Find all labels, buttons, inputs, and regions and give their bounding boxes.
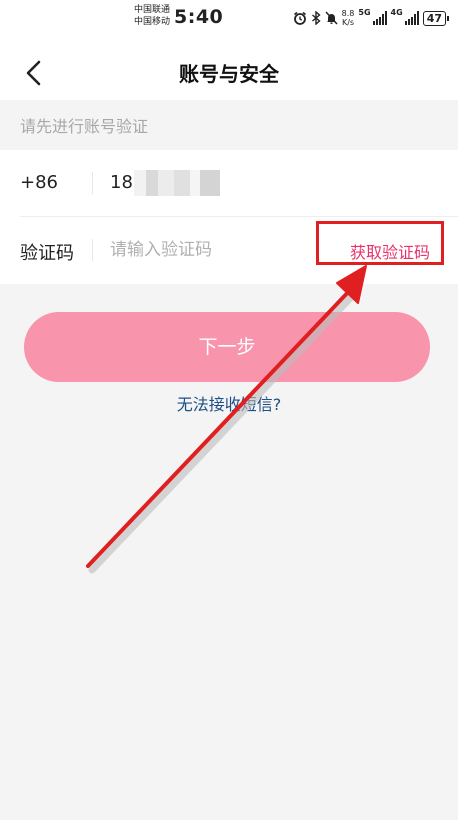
code-label: 验证码	[20, 243, 74, 264]
phone-row: +86 18	[0, 150, 458, 216]
carrier-2: 中国移动	[134, 17, 171, 27]
mute-bell-icon	[325, 11, 338, 25]
status-bar: 中国联通 中国移动 5:40 8.8 K/s 5G 4G 47	[0, 0, 458, 36]
code-input[interactable]	[110, 237, 300, 263]
battery-indicator: 47	[422, 10, 450, 26]
signal-icon-1	[372, 11, 387, 25]
bluetooth-icon	[311, 11, 321, 25]
net-type-1: 5G	[358, 8, 371, 17]
phone-number: 18	[110, 172, 133, 193]
net-speed: 8.8 K/s	[342, 9, 355, 27]
nav-bar: 账号与安全	[0, 42, 458, 100]
status-icons: 8.8 K/s 5G 4G 47	[293, 8, 450, 28]
alarm-icon	[293, 11, 306, 25]
net-speed-unit: K/s	[341, 18, 355, 27]
signal-icon-2	[404, 11, 419, 25]
divider	[92, 239, 93, 261]
country-code-selector[interactable]: +86	[20, 172, 58, 193]
phone-number-redaction	[134, 170, 220, 196]
status-time: 5:40	[174, 6, 224, 28]
net-type-2: 4G	[390, 8, 403, 17]
verification-form: +86 18 验证码 获取验证码	[0, 150, 458, 284]
net-speed-value: 8.8	[341, 9, 355, 18]
verify-hint: 请先进行账号验证	[20, 117, 149, 136]
page-title: 账号与安全	[179, 62, 279, 86]
cannot-receive-sms-link[interactable]: 无法接收短信?	[0, 391, 458, 415]
carrier-names: 中国联通 中国移动	[134, 4, 170, 28]
divider	[92, 172, 93, 194]
carrier-1: 中国联通	[134, 5, 171, 15]
highlight-box	[316, 221, 444, 265]
next-step-button[interactable]: 下一步	[24, 312, 430, 382]
